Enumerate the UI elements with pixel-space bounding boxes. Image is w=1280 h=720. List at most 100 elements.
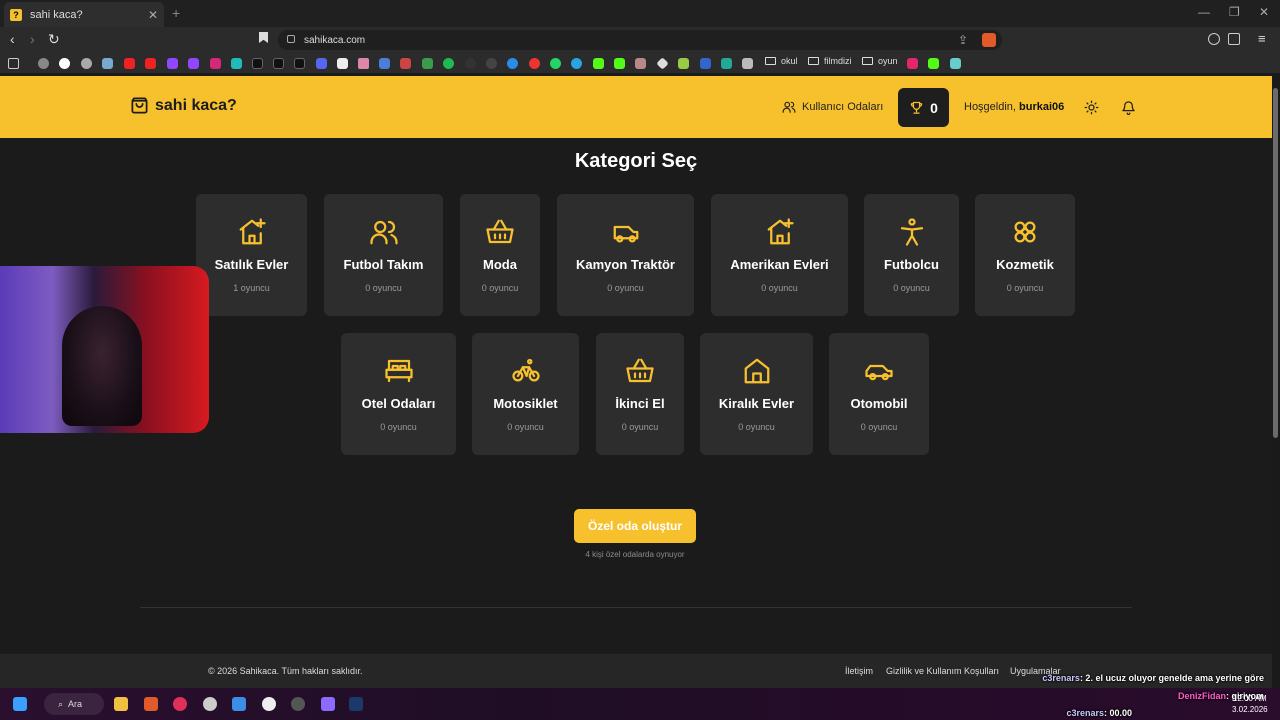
chat-message: c3renars: 00.00 bbox=[1066, 708, 1132, 718]
drive-icon[interactable] bbox=[422, 58, 433, 69]
theme-toggle-sun-icon[interactable] bbox=[1084, 100, 1099, 115]
category-card-motosiklet[interactable]: Motosiklet 0 oyuncu bbox=[472, 333, 579, 455]
browser-tab-bar: ? sahi kaca? ✕ + — ❐ ✕ bbox=[0, 0, 1280, 27]
bookmark-folder-filmdizi[interactable]: filmdizi bbox=[808, 56, 852, 66]
share-icon[interactable]: ⇪ bbox=[958, 33, 968, 47]
minimize-icon[interactable]: — bbox=[1198, 5, 1210, 19]
app-taskbar-icon[interactable] bbox=[203, 697, 217, 711]
app-icon-5[interactable] bbox=[529, 58, 540, 69]
system-clock[interactable]: 12:00 AM 3.02.2026 bbox=[1232, 693, 1268, 715]
google-icon[interactable] bbox=[59, 58, 70, 69]
app-icon-6[interactable] bbox=[635, 58, 646, 69]
bookmark-folder-oyun[interactable]: oyun bbox=[862, 56, 898, 66]
category-card-futbol-takim[interactable]: Futbol Takım 0 oyuncu bbox=[324, 194, 443, 316]
forward-icon[interactable]: › bbox=[30, 31, 35, 47]
app-icon-4[interactable] bbox=[486, 58, 497, 69]
app-icon-12[interactable] bbox=[907, 58, 918, 69]
tiktok-icon[interactable] bbox=[294, 58, 305, 69]
instagram-icon[interactable] bbox=[210, 58, 221, 69]
category-card-amerikan-evleri[interactable]: Amerikan Evleri 0 oyuncu bbox=[711, 194, 848, 316]
category-card-ikinci-el[interactable]: İkinci El 0 oyuncu bbox=[596, 333, 684, 455]
youtube-icon-2[interactable] bbox=[145, 58, 156, 69]
category-card-moda[interactable]: Moda 0 oyuncu bbox=[460, 194, 540, 316]
folder-label: okul bbox=[781, 56, 798, 66]
category-card-kamyon-traktor[interactable]: Kamyon Traktör 0 oyuncu bbox=[557, 194, 694, 316]
app-icon-13[interactable] bbox=[950, 58, 961, 69]
url-bar[interactable]: sahikaca.com ⇪ bbox=[278, 30, 1002, 50]
new-tab-icon[interactable]: + bbox=[172, 5, 180, 21]
app-icon-7[interactable] bbox=[656, 57, 669, 70]
category-name: Motosiklet bbox=[493, 396, 558, 411]
whatsapp-icon[interactable] bbox=[550, 58, 561, 69]
steam-icon[interactable] bbox=[349, 697, 363, 711]
x-twitter-icon[interactable] bbox=[252, 58, 263, 69]
app-icon-2[interactable] bbox=[358, 58, 369, 69]
restore-icon[interactable]: ❐ bbox=[1229, 5, 1240, 19]
window-close-icon[interactable]: ✕ bbox=[1259, 5, 1269, 19]
sidebar-icon[interactable] bbox=[1228, 33, 1240, 45]
brave-shields-icon[interactable] bbox=[982, 33, 996, 47]
discord-icon[interactable] bbox=[316, 58, 327, 69]
brave-browser-icon[interactable] bbox=[144, 697, 158, 711]
apps-grid-icon[interactable] bbox=[8, 58, 19, 69]
photos-icon[interactable] bbox=[232, 697, 246, 711]
category-player-count: 0 oyuncu bbox=[860, 422, 898, 432]
history-icon[interactable] bbox=[38, 58, 49, 69]
category-card-otel-odalari[interactable]: Otel Odaları 0 oyuncu bbox=[341, 333, 456, 455]
notification-bell-icon[interactable] bbox=[1121, 100, 1136, 115]
gmail-icon[interactable] bbox=[400, 58, 411, 69]
windows-start-icon[interactable] bbox=[13, 697, 27, 711]
app-icon-9[interactable] bbox=[700, 58, 711, 69]
site-logo[interactable]: sahi kaca? bbox=[130, 96, 237, 115]
site-info-icon[interactable] bbox=[287, 35, 295, 43]
kick-icon-3[interactable] bbox=[928, 58, 939, 69]
app-icon[interactable] bbox=[231, 58, 242, 69]
reload-icon[interactable]: ↻ bbox=[48, 31, 60, 48]
category-card-kozmetik[interactable]: Kozmetik 0 oyuncu bbox=[975, 194, 1075, 316]
twitch-icon-2[interactable] bbox=[188, 58, 199, 69]
youtube-icon[interactable] bbox=[124, 58, 135, 69]
footer-link-contact[interactable]: İletişim bbox=[845, 666, 873, 676]
create-private-room-button[interactable]: Özel oda oluştur bbox=[574, 509, 696, 543]
app-icon-8[interactable] bbox=[678, 58, 689, 69]
telegram-icon[interactable] bbox=[571, 58, 582, 69]
app-taskbar-icon-4[interactable] bbox=[321, 697, 335, 711]
category-card-kiralik-evler[interactable]: Kiralık Evler 0 oyuncu bbox=[700, 333, 813, 455]
taskbar-search[interactable]: ⌕ Ara bbox=[44, 693, 104, 715]
app-taskbar-icon-3[interactable] bbox=[291, 697, 305, 711]
threads-icon[interactable] bbox=[273, 58, 284, 69]
category-card-satilik-evler[interactable]: Satılık Evler 1 oyuncu bbox=[196, 194, 307, 316]
file-explorer-icon[interactable] bbox=[114, 697, 128, 711]
spotify-icon[interactable] bbox=[443, 58, 454, 69]
gemini-icon[interactable] bbox=[102, 58, 113, 69]
car-icon bbox=[865, 364, 893, 381]
app-icon-3[interactable] bbox=[465, 58, 476, 69]
chatgpt-icon[interactable] bbox=[81, 58, 92, 69]
footer-link-privacy[interactable]: Gizlilik ve Kullanım Koşulları bbox=[886, 666, 999, 676]
tab-close-icon[interactable]: ✕ bbox=[148, 8, 158, 22]
category-name: Kamyon Traktör bbox=[576, 257, 675, 272]
translate-icon[interactable] bbox=[379, 58, 390, 69]
menu-icon[interactable]: ≡ bbox=[1258, 31, 1266, 46]
category-card-futbolcu[interactable]: Futbolcu 0 oyuncu bbox=[864, 194, 959, 316]
kick-icon[interactable] bbox=[593, 58, 604, 69]
category-card-otomobil[interactable]: Otomobil 0 oyuncu bbox=[829, 333, 929, 455]
twitch-icon[interactable] bbox=[167, 58, 178, 69]
bookmark-folder-okul[interactable]: okul bbox=[765, 56, 798, 66]
media-player-icon[interactable] bbox=[173, 697, 187, 711]
capcut-icon[interactable] bbox=[337, 58, 348, 69]
user-rooms-label: Kullanıcı Odaları bbox=[802, 101, 884, 113]
app-icon-10[interactable] bbox=[721, 58, 732, 69]
scrollbar-thumb[interactable] bbox=[1273, 88, 1278, 438]
app-icon-11[interactable] bbox=[742, 58, 753, 69]
app-taskbar-icon-2[interactable] bbox=[262, 697, 276, 711]
browser-tab[interactable]: ? sahi kaca? ✕ bbox=[4, 2, 164, 27]
user-rooms-link[interactable]: Kullanıcı Odaları bbox=[782, 100, 883, 114]
kick-icon-2[interactable] bbox=[614, 58, 625, 69]
tab-favicon-icon: ? bbox=[10, 8, 22, 21]
category-player-count: 0 oyuncu bbox=[1006, 283, 1044, 293]
trophy-score-button[interactable]: 0 bbox=[898, 88, 949, 127]
back-icon[interactable]: ‹ bbox=[10, 31, 15, 47]
edge-icon[interactable] bbox=[507, 58, 518, 69]
extensions-icon[interactable] bbox=[1208, 33, 1220, 45]
